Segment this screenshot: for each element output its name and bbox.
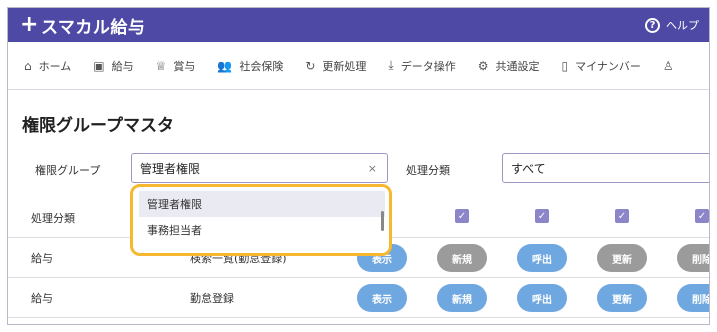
call-button[interactable]: 呼出 (517, 284, 567, 312)
trophy-icon: ♕ (155, 58, 167, 73)
group-select-value: 管理者権限 (140, 161, 201, 176)
home-icon: ⌂ (24, 58, 32, 73)
nav-item-data[interactable]: ⤓ データ操作 (388, 58, 455, 74)
select-all-call-checkbox[interactable]: ✓ (615, 209, 629, 223)
select-all-view-checkbox[interactable]: ✓ (455, 209, 469, 223)
nav-item-user[interactable]: ♙ (663, 59, 681, 73)
nav-item-home[interactable]: ⌂ ホーム (24, 58, 71, 74)
nav-item-mynumber[interactable]: ▯ マイナンバー (562, 58, 641, 74)
brand-name: スマカル給与 (40, 17, 146, 38)
app-window: + スマカル給与 ? ヘルプ ⌂ ホーム ▣ 給与 ♕ 賞与 👥 社会保険 ↻ … (7, 7, 710, 325)
dropdown-option-admin[interactable]: 管理者権限 (139, 191, 385, 217)
update-button[interactable]: 更新 (597, 244, 647, 272)
delete-button[interactable]: 削除 (677, 244, 709, 272)
group-dropdown-menu: 管理者権限 事務担当者 (130, 184, 392, 256)
row-category: 給与 (31, 252, 53, 265)
top-bar: + スマカル給与 ? ヘルプ (8, 8, 709, 42)
nav-label: 共通設定 (495, 59, 540, 73)
category-select[interactable]: すべて (502, 153, 709, 183)
nav-item-payroll[interactable]: ▣ 給与 (93, 58, 133, 74)
nav-item-update[interactable]: ↻ 更新処理 (305, 58, 366, 74)
clear-icon[interactable]: × (368, 162, 377, 175)
group-select[interactable]: 管理者権限 × (131, 153, 388, 183)
filter-row: 権限グループ 管理者権限 × 処理分類 すべて (8, 153, 709, 183)
nav-item-settings[interactable]: ⚙ 共通設定 (478, 58, 540, 74)
nav-label: ホーム (38, 59, 72, 73)
row-process: 勤怠登録 (190, 292, 234, 305)
brand-plus: + (20, 12, 39, 37)
row-category: 給与 (31, 292, 53, 305)
help-button[interactable]: ? ヘルプ (645, 17, 699, 33)
nav-label: 賞与 (173, 59, 196, 73)
delete-button[interactable]: 削除 (677, 284, 709, 312)
category-select-value: すべて (511, 161, 546, 176)
page-title: 権限グループマスタ (22, 116, 174, 136)
nav-label: マイナンバー (575, 59, 641, 73)
header-category-label: 処理分類 (31, 212, 75, 225)
user-icon: ♙ (662, 58, 674, 73)
help-label: ヘルプ (666, 19, 699, 32)
update-button[interactable]: 更新 (597, 284, 647, 312)
view-button[interactable]: 表示 (357, 284, 407, 312)
select-all-new-checkbox[interactable]: ✓ (535, 209, 549, 223)
id-card-icon: ▯ (561, 58, 569, 73)
category-label: 処理分類 (406, 164, 450, 177)
nav-label: 更新処理 (322, 59, 367, 73)
payroll-icon: ▣ (93, 58, 105, 73)
nav-label: 社会保険 (239, 59, 284, 73)
dropdown-scrollbar[interactable] (381, 211, 384, 231)
main-nav: ⌂ ホーム ▣ 給与 ♕ 賞与 👥 社会保険 ↻ 更新処理 ⤓ データ操作 ⚙ … (8, 42, 709, 90)
select-all-update-checkbox[interactable]: ✓ (695, 209, 709, 223)
new-button[interactable]: 新規 (437, 284, 487, 312)
table-row: 給与 勤怠登録 表示 新規 呼出 更新 削除 (8, 278, 709, 318)
download-icon: ⤓ (388, 58, 394, 72)
question-circle-icon: ? (645, 17, 660, 33)
new-button[interactable]: 新規 (437, 244, 487, 272)
group-label: 権限グループ (35, 164, 101, 177)
gear-icon: ⚙ (477, 58, 489, 73)
call-button[interactable]: 呼出 (517, 244, 567, 272)
nav-label: 給与 (111, 59, 134, 73)
nav-label: データ操作 (400, 59, 456, 73)
refresh-icon: ↻ (305, 58, 316, 73)
dropdown-option-clerk[interactable]: 事務担当者 (139, 217, 385, 243)
nav-item-bonus[interactable]: ♕ 賞与 (156, 58, 196, 74)
brand-logo[interactable]: + スマカル給与 (20, 13, 145, 38)
people-icon: 👥 (217, 58, 233, 73)
nav-item-social-insurance[interactable]: 👥 社会保険 (217, 58, 283, 74)
